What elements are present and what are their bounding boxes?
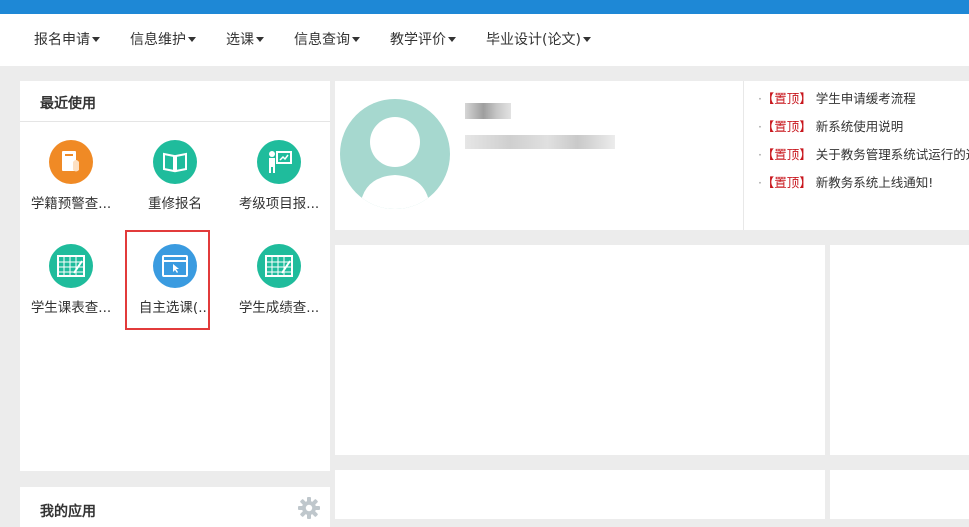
presentation-icon (257, 140, 301, 184)
top-accent-bar (0, 0, 969, 14)
content-card (335, 470, 825, 519)
blurred-name (465, 103, 511, 119)
chevron-down-icon (92, 36, 100, 42)
profile-panel: · 【置顶】 学生申请缓考流程 · 【置顶】 新系统使用说明 · 【置顶】 关于教务管理系统… (335, 81, 969, 230)
avatar (340, 99, 450, 209)
app-retake-registration[interactable]: 重修报名 (123, 140, 227, 212)
blurred-info (465, 135, 615, 149)
content-card (335, 245, 825, 455)
nav-graduation-design[interactable]: 毕业设计(论文) (486, 14, 591, 66)
chevron-down-icon (582, 36, 591, 42)
nav-registration[interactable]: 报名申请 (34, 14, 100, 66)
timetable-icon (49, 244, 93, 288)
divider (743, 81, 744, 230)
app-student-grades[interactable]: 学生成绩查... (227, 244, 331, 316)
pinned-tag: 【置顶】 (767, 91, 812, 106)
nav-info-maintenance[interactable]: 信息维护 (130, 14, 196, 66)
content-card (830, 470, 969, 519)
pinned-tag: 【置顶】 (767, 147, 812, 162)
notice-item[interactable]: · 【置顶】 学生申请缓考流程 (758, 91, 969, 119)
app-label: 学生课表查... (30, 300, 112, 316)
app-student-record-warning[interactable]: 学籍预警查... (19, 140, 123, 212)
notice-item[interactable]: · 【置顶】 新系统使用说明 (758, 119, 969, 147)
my-apps-title: 我的应用 (40, 504, 96, 520)
gear-icon[interactable] (298, 497, 320, 523)
pinned-tag: 【置顶】 (767, 175, 812, 190)
recent-apps-title: 最近使用 (40, 96, 96, 112)
divider (20, 121, 330, 122)
app-label: 重修报名 (148, 196, 202, 212)
nav-teaching-evaluation[interactable]: 教学评价 (390, 14, 456, 66)
chevron-down-icon (188, 36, 196, 42)
app-label: 考级项目报... (238, 196, 320, 212)
content-card (830, 245, 969, 455)
app-student-timetable[interactable]: 学生课表查... (19, 244, 123, 316)
nav-course-selection[interactable]: 选课 (226, 14, 264, 66)
chevron-down-icon (256, 36, 264, 42)
chevron-down-icon (352, 36, 360, 42)
pinned-tag: 【置顶】 (767, 119, 812, 134)
notice-item[interactable]: · 【置顶】 关于教务管理系统试运行的通 (758, 147, 969, 175)
nav-info-query[interactable]: 信息查询 (294, 14, 360, 66)
notice-item[interactable]: · 【置顶】 新教务系统上线通知! (758, 175, 969, 203)
my-apps-panel: 我的应用 (20, 487, 330, 527)
app-grade-exam-registration[interactable]: 考级项目报... (227, 140, 331, 212)
student-record-icon (49, 140, 93, 184)
grades-table-icon (257, 244, 301, 288)
chevron-down-icon (448, 36, 456, 42)
highlight-box (125, 230, 210, 330)
notice-list: · 【置顶】 学生申请缓考流程 · 【置顶】 新系统使用说明 · 【置顶】 关于教务管理系统… (758, 91, 969, 203)
app-label: 学生成绩查... (238, 300, 320, 316)
app-label: 学籍预警查... (30, 196, 112, 212)
book-icon (153, 140, 197, 184)
main-nav: 报名申请 信息维护 选课 信息查询 教学评价 毕业设计(论文) (0, 14, 969, 66)
